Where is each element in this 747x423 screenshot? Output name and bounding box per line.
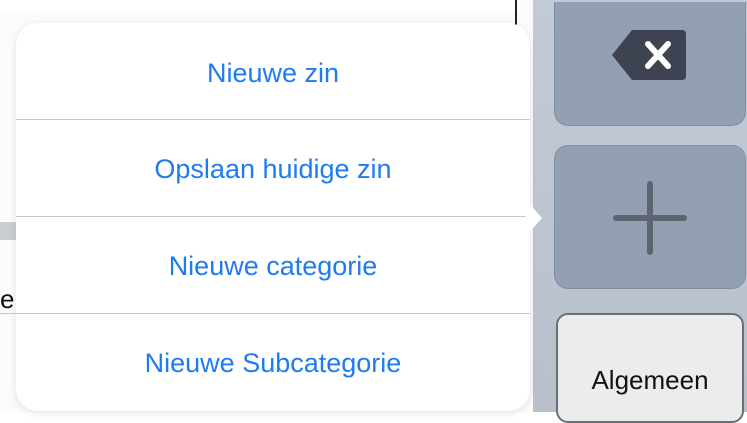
plus-icon <box>613 181 687 255</box>
popover-arrow <box>526 200 542 236</box>
popover-menu: Nieuwe zin Opslaan huidige zin Nieuwe ca… <box>16 23 530 411</box>
delete-backspace-icon <box>612 30 686 80</box>
category-key-algemeen[interactable]: Algemeen <box>556 313 744 423</box>
menu-item-save-current-sentence[interactable]: Opslaan huidige zin <box>16 121 530 218</box>
menu-item-new-category[interactable]: Nieuwe categorie <box>16 218 530 315</box>
menu-separator <box>16 119 530 120</box>
category-key-label: Algemeen <box>591 365 709 395</box>
background-text: e <box>0 284 15 314</box>
menu-separator <box>16 216 530 217</box>
menu-item-new-sentence[interactable]: Nieuwe zin <box>16 25 530 122</box>
menu-item-new-subcategory[interactable]: Nieuwe Subcategorie <box>16 315 530 412</box>
menu-separator <box>16 313 530 314</box>
top-strip <box>0 0 520 12</box>
